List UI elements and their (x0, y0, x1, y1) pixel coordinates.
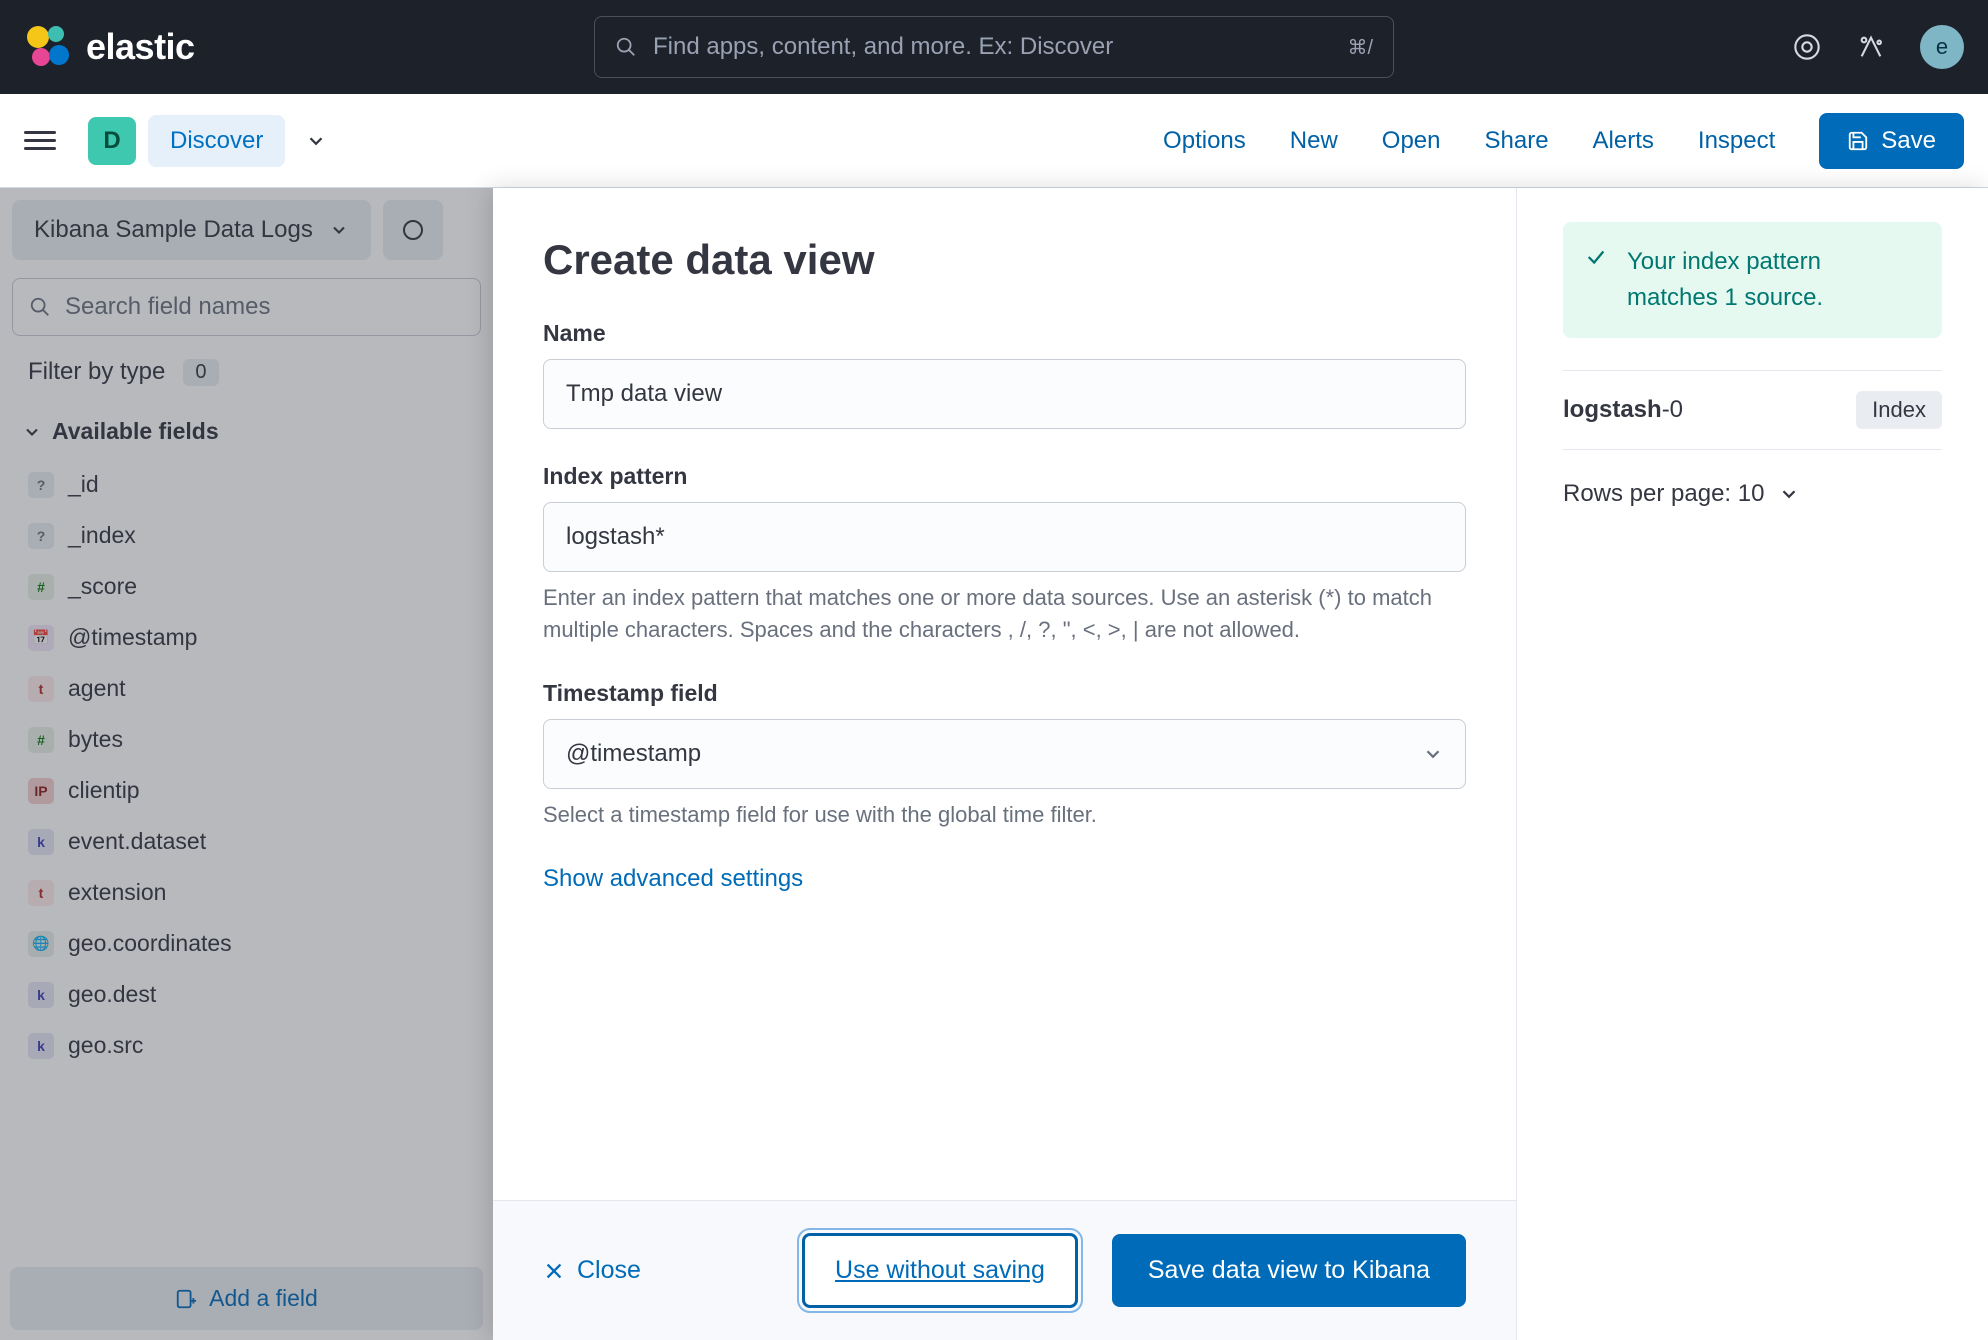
chevron-down-icon (1422, 743, 1444, 765)
timestamp-select[interactable] (543, 719, 1466, 789)
index-pattern-help: Enter an index pattern that matches one … (543, 582, 1466, 646)
alerts-link[interactable]: Alerts (1593, 127, 1654, 155)
elastic-logo-icon (24, 23, 72, 71)
name-label: Name (543, 320, 1466, 347)
share-link[interactable]: Share (1485, 127, 1549, 155)
app-toolbar: D Discover Options New Open Share Alerts… (0, 94, 1988, 188)
global-header: elastic Find apps, content, and more. Ex… (0, 0, 1988, 94)
options-link[interactable]: Options (1163, 127, 1246, 155)
match-callout: Your index pattern matches 1 source. (1563, 222, 1942, 338)
rows-per-page[interactable]: Rows per page: 10 (1563, 480, 1942, 508)
news-icon[interactable] (1856, 32, 1886, 62)
timestamp-help: Select a timestamp field for use with th… (543, 799, 1466, 831)
matched-source-name: logstash-0 (1563, 396, 1683, 424)
brand-name: elastic (86, 26, 195, 68)
header-right: e (1792, 25, 1964, 69)
inspect-link[interactable]: Inspect (1698, 127, 1775, 155)
index-pattern-input[interactable] (543, 502, 1466, 572)
advanced-settings-link[interactable]: Show advanced settings (543, 865, 803, 892)
check-icon (1585, 246, 1607, 268)
global-search-input[interactable]: Find apps, content, and more. Ex: Discov… (594, 16, 1394, 78)
chevron-down-icon (1778, 483, 1800, 505)
flyout-form: Create data view Name Index pattern Ente… (493, 188, 1517, 1340)
search-placeholder: Find apps, content, and more. Ex: Discov… (653, 33, 1331, 61)
help-icon[interactable] (1792, 32, 1822, 62)
timestamp-label: Timestamp field (543, 680, 1466, 707)
search-shortcut: ⌘/ (1347, 35, 1373, 60)
toolbar-links: Options New Open Share Alerts Inspect Sa… (1163, 113, 1964, 169)
flyout-preview: Your index pattern matches 1 source. log… (1517, 188, 1988, 1340)
app-badge[interactable]: D (88, 117, 136, 165)
name-input[interactable] (543, 359, 1466, 429)
user-avatar[interactable]: e (1920, 25, 1964, 69)
close-icon (543, 1260, 565, 1282)
chevron-down-icon[interactable] (305, 130, 327, 152)
flyout-title: Create data view (543, 236, 1466, 284)
close-button[interactable]: Close (543, 1256, 641, 1285)
index-pattern-label: Index pattern (543, 463, 1466, 490)
save-data-view-button[interactable]: Save data view to Kibana (1112, 1234, 1466, 1307)
flyout-footer: Close Use without saving Save data view … (493, 1200, 1516, 1340)
save-button[interactable]: Save (1819, 113, 1964, 169)
use-without-saving-button[interactable]: Use without saving (802, 1233, 1078, 1308)
create-data-view-flyout: Create data view Name Index pattern Ente… (493, 188, 1988, 1340)
search-icon (615, 36, 637, 58)
new-link[interactable]: New (1290, 127, 1338, 155)
menu-toggle-icon[interactable] (24, 131, 56, 150)
open-link[interactable]: Open (1382, 127, 1441, 155)
index-badge: Index (1856, 391, 1942, 429)
breadcrumb-app[interactable]: Discover (148, 115, 285, 167)
matched-source-row: logstash-0 Index (1563, 370, 1942, 450)
brand-logo[interactable]: elastic (24, 23, 195, 71)
